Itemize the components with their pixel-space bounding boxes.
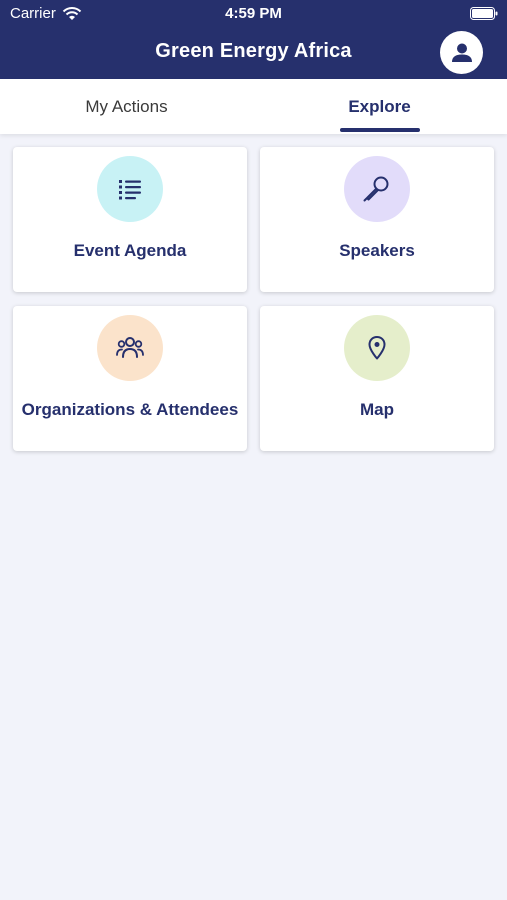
map-label: Map: [360, 400, 394, 419]
user-icon: [451, 43, 472, 62]
battery-icon: [470, 7, 498, 20]
status-bar: Carrier 4:59 PM: [0, 0, 507, 28]
organizations-attendees-card[interactable]: Organizations & Attendees: [13, 306, 247, 451]
speakers-label: Speakers: [339, 241, 415, 260]
list-icon: [119, 180, 141, 200]
status-time: 4:59 PM: [225, 5, 282, 22]
speakers-card[interactable]: Speakers: [260, 147, 494, 292]
people-icon: [116, 337, 144, 358]
tab-my-actions[interactable]: My Actions: [0, 79, 253, 134]
page-title: Green Energy Africa: [155, 40, 352, 62]
microphone-icon: [363, 176, 389, 202]
tab-explore[interactable]: Explore: [253, 79, 506, 134]
organizations-icon-circle: [97, 315, 163, 381]
active-tab-indicator: [340, 128, 420, 132]
organizations-attendees-label: Organizations & Attendees: [21, 400, 239, 419]
event-agenda-icon-circle: [97, 156, 163, 222]
location-pin-icon: [368, 336, 386, 360]
map-icon-circle: [344, 315, 410, 381]
app-header: Carrier 4:59 PM Green Energy Africa: [0, 0, 507, 79]
event-agenda-card[interactable]: Event Agenda: [13, 147, 247, 292]
map-card[interactable]: Map: [260, 306, 494, 451]
event-agenda-label: Event Agenda: [73, 241, 187, 260]
tab-bar: My Actions Explore: [0, 79, 507, 134]
speakers-icon-circle: [344, 156, 410, 222]
profile-button[interactable]: [440, 31, 483, 74]
